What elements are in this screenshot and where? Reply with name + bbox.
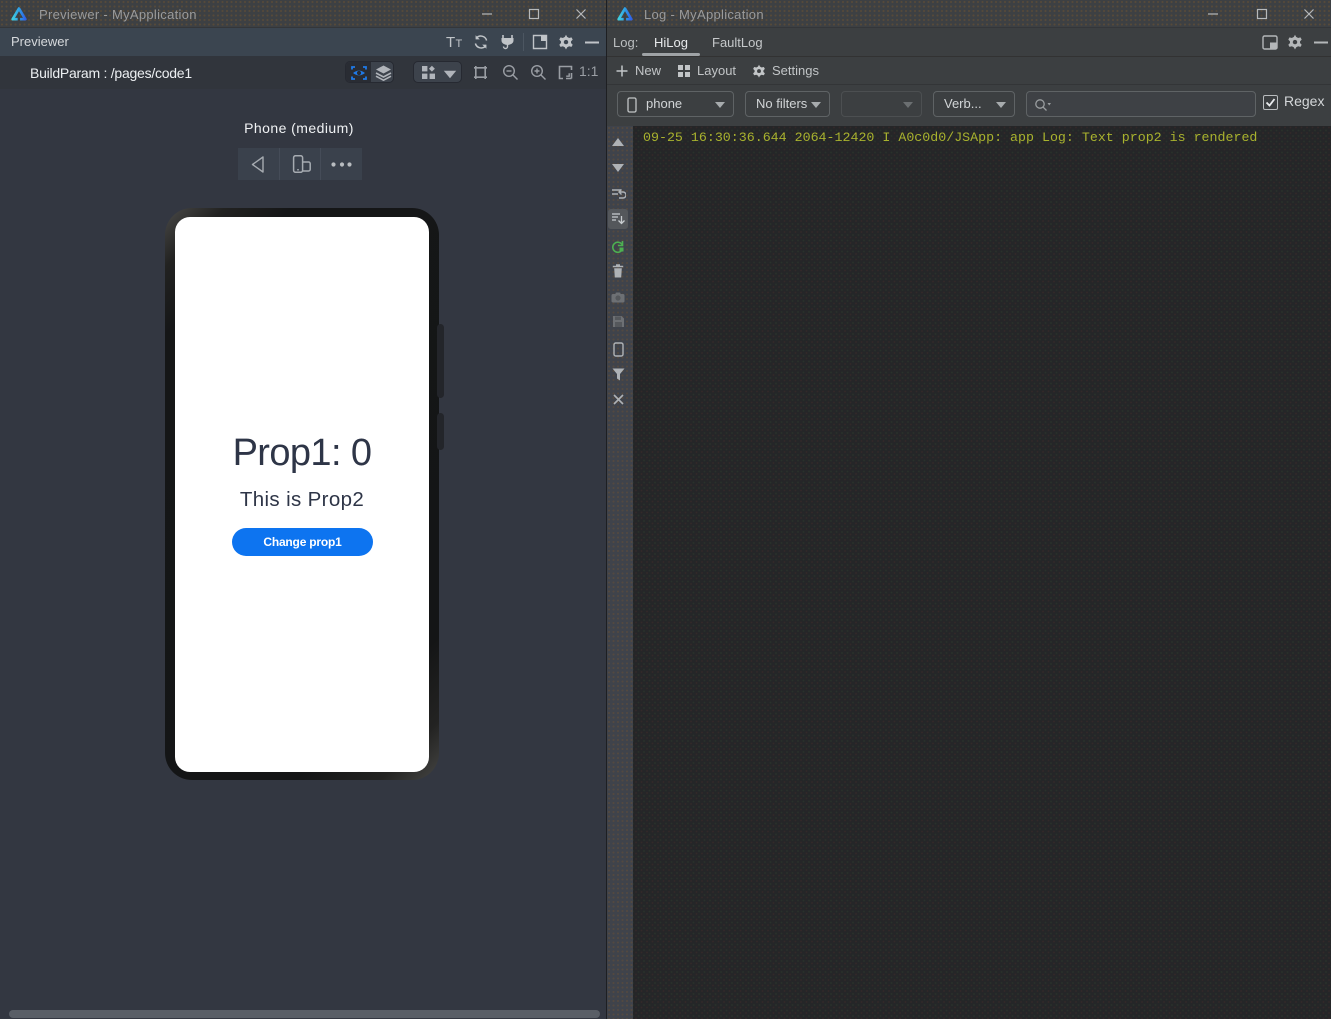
- svg-text:T: T: [446, 34, 455, 50]
- svg-text:T: T: [456, 38, 463, 50]
